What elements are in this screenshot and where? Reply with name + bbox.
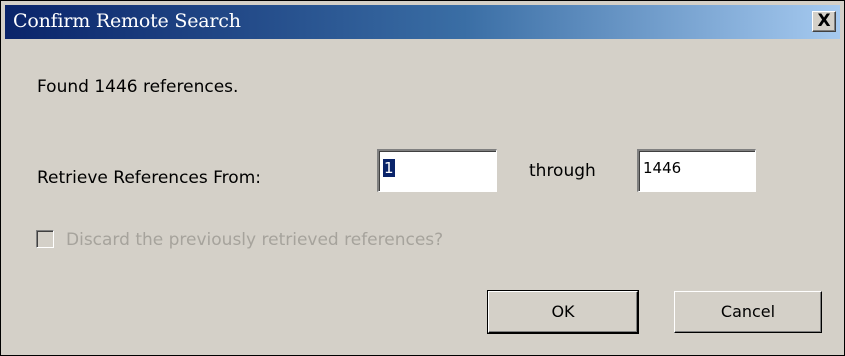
close-icon: X xyxy=(817,11,831,31)
retrieve-from-value: 1 xyxy=(383,159,395,177)
retrieve-from-label: Retrieve References From: xyxy=(37,168,261,188)
found-references-text: Found 1446 references. xyxy=(37,77,239,97)
cancel-button[interactable]: Cancel xyxy=(674,291,822,333)
retrieve-to-input[interactable]: 1446 xyxy=(637,149,756,192)
retrieve-from-input[interactable]: 1 xyxy=(377,149,497,192)
title-bar: Confirm Remote Search X xyxy=(5,5,840,39)
discard-checkbox[interactable] xyxy=(36,230,54,248)
confirm-remote-search-dialog: Confirm Remote Search X Found 1446 refer… xyxy=(0,0,845,356)
ok-button[interactable]: OK xyxy=(487,290,639,334)
through-label: through xyxy=(529,161,596,181)
window-title: Confirm Remote Search xyxy=(13,10,241,32)
close-button[interactable]: X xyxy=(812,11,836,32)
retrieve-to-value: 1446 xyxy=(643,159,682,177)
discard-checkbox-label: Discard the previously retrieved referen… xyxy=(66,230,444,250)
